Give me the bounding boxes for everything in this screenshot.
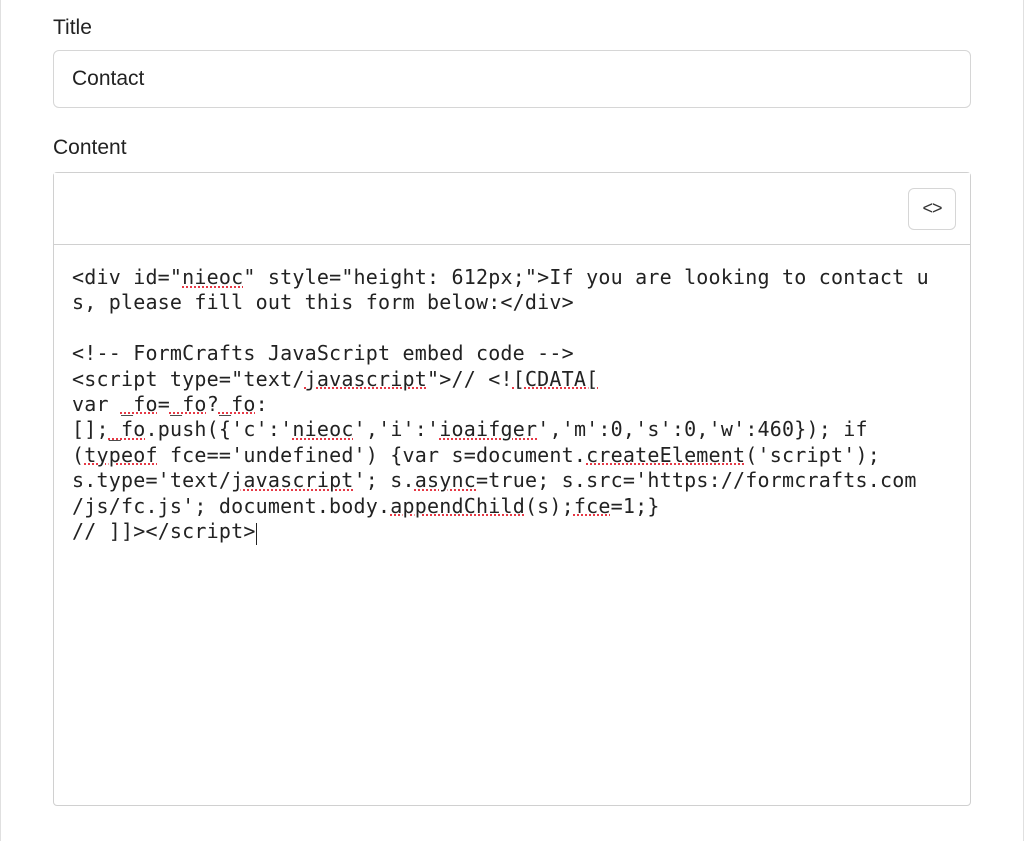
code-text: javascript bbox=[231, 468, 353, 492]
code-text: createElement bbox=[586, 443, 745, 467]
code-text: = bbox=[158, 392, 170, 416]
code-text: (s); bbox=[525, 494, 574, 518]
code-text: async bbox=[415, 468, 476, 492]
code-text: <div id=" bbox=[72, 265, 182, 289]
code-text: fce bbox=[574, 494, 611, 518]
code-text: s.type='text/ bbox=[72, 468, 231, 492]
code-text: .push({'c':' bbox=[145, 417, 292, 441]
code-text: =1;} bbox=[611, 494, 660, 518]
code-text: []; bbox=[72, 417, 109, 441]
code-text: _fo bbox=[121, 392, 158, 416]
content-label: Content bbox=[53, 136, 971, 160]
code-view-toggle-button[interactable]: <> bbox=[908, 188, 956, 230]
code-text: _fo bbox=[170, 392, 207, 416]
form-container: Title Content <> <div id="nieoc" style="… bbox=[25, 0, 999, 806]
code-text: var bbox=[72, 392, 121, 416]
code-text: <!-- FormCrafts JavaScript embed code --… bbox=[72, 341, 574, 365]
code-text: ('script'); bbox=[745, 443, 880, 467]
code-text: nieoc bbox=[292, 417, 353, 441]
code-text: javascript bbox=[305, 367, 427, 391]
code-text: typeof bbox=[84, 443, 157, 467]
code-text: nieoc bbox=[182, 265, 243, 289]
title-field-group: Title bbox=[53, 16, 971, 108]
title-label: Title bbox=[53, 16, 971, 40]
editor-toolbar: <> bbox=[54, 173, 970, 245]
code-text: =true; s.src='https://formcrafts.com bbox=[476, 468, 917, 492]
code-text: : bbox=[256, 392, 268, 416]
code-text: _fo bbox=[109, 417, 146, 441]
code-text: ? bbox=[207, 392, 219, 416]
code-text: '; s. bbox=[354, 468, 415, 492]
code-text: ( bbox=[72, 443, 84, 467]
code-editor-textarea[interactable]: <div id="nieoc" style="height: 612px;">I… bbox=[54, 245, 970, 805]
title-input[interactable] bbox=[53, 50, 971, 108]
code-text: // ]]>< bbox=[72, 519, 158, 543]
code-text: _fo bbox=[219, 392, 256, 416]
code-text: ioaifger bbox=[439, 417, 537, 441]
text-cursor bbox=[256, 523, 257, 545]
content-field-group: Content <> <div id="nieoc" style="height… bbox=[53, 136, 971, 806]
code-text: fce=='undefined') {var s=document. bbox=[158, 443, 586, 467]
code-text: ','m':0,'s':0,'w':460}); if bbox=[537, 417, 868, 441]
code-icon: <> bbox=[922, 198, 941, 219]
code-text: ','i':' bbox=[354, 417, 440, 441]
code-text: [CDATA[ bbox=[513, 367, 599, 391]
code-text: <script type="text/ bbox=[72, 367, 305, 391]
code-text: ">// <! bbox=[427, 367, 513, 391]
code-text: /js/fc.js'; document.body. bbox=[72, 494, 390, 518]
code-text: appendChild bbox=[390, 494, 525, 518]
page-frame: Title Content <> <div id="nieoc" style="… bbox=[0, 0, 1024, 841]
editor-wrapper: <> <div id="nieoc" style="height: 612px;… bbox=[53, 172, 971, 806]
code-text: /script> bbox=[158, 519, 256, 543]
